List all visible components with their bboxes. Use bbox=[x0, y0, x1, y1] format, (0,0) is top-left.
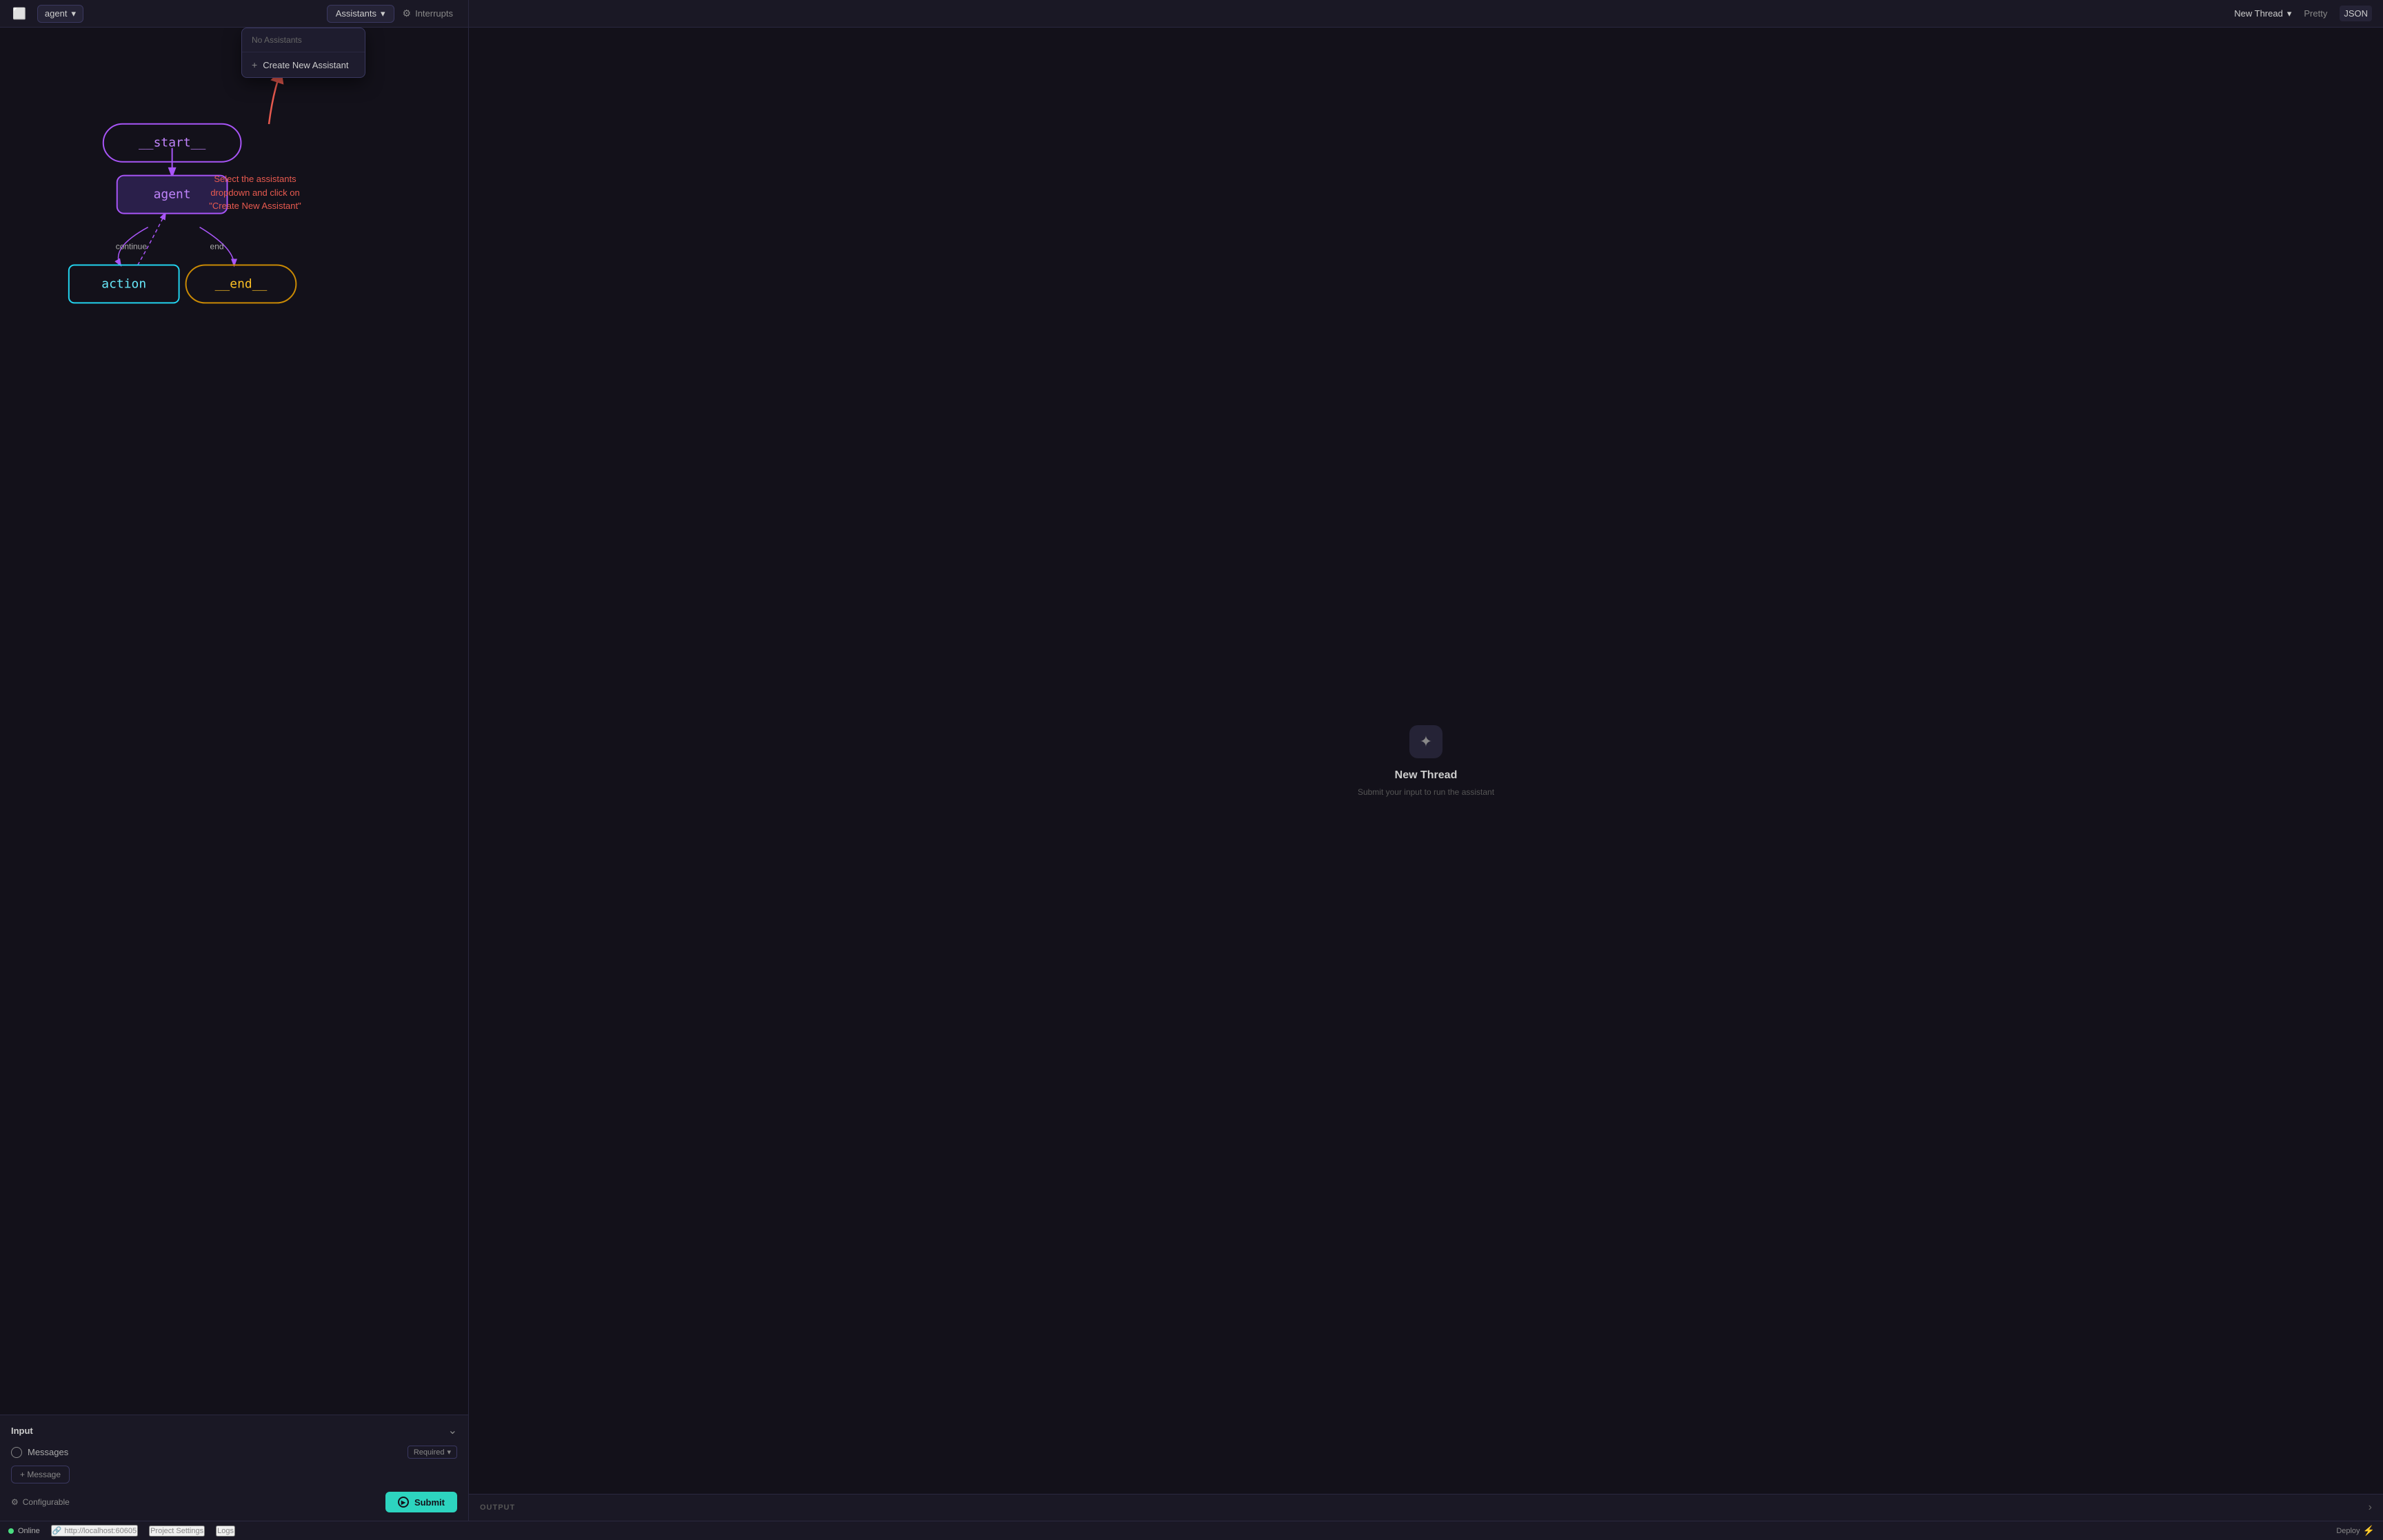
plus-icon: + bbox=[252, 59, 257, 70]
pretty-button[interactable]: Pretty bbox=[2300, 6, 2331, 21]
logs-button[interactable]: Logs bbox=[216, 1526, 235, 1537]
right-panel: ✦ New Thread Submit your input to run th… bbox=[469, 28, 2383, 1521]
deploy-label: Deploy bbox=[2336, 1527, 2360, 1535]
svg-text:end: end bbox=[210, 242, 224, 252]
output-expand-button[interactable]: › bbox=[2369, 1501, 2372, 1514]
messages-row: Messages Required ▾ bbox=[11, 1446, 457, 1459]
agent-chevron-icon: ▾ bbox=[71, 8, 76, 19]
interrupts-label: Interrupts bbox=[415, 8, 453, 19]
agent-label: agent bbox=[45, 8, 68, 19]
interrupts-button[interactable]: ⚙ Interrupts bbox=[394, 5, 461, 22]
required-badge-button[interactable]: Required ▾ bbox=[408, 1446, 457, 1459]
deploy-icon: ⚡ bbox=[2363, 1525, 2375, 1537]
online-label: Online bbox=[18, 1527, 40, 1535]
assistants-dropdown-button[interactable]: Assistants ▾ bbox=[327, 5, 394, 23]
input-collapse-button[interactable]: ⌄ bbox=[448, 1424, 457, 1437]
add-message-button[interactable]: + Message bbox=[11, 1466, 70, 1483]
new-thread-chevron-icon: ▾ bbox=[2287, 8, 2292, 19]
configurable-button[interactable]: ⚙ Configurable bbox=[11, 1497, 70, 1507]
svg-text:action: action bbox=[101, 276, 146, 291]
top-bar-left: ⬜ agent ▾ Assistants ▾ ⚙ Interrupts bbox=[0, 0, 469, 27]
no-assistants-label: No Assistants bbox=[242, 28, 365, 52]
project-settings-label: Project Settings bbox=[150, 1527, 203, 1535]
top-bar: ⬜ agent ▾ Assistants ▾ ⚙ Interrupts New … bbox=[0, 0, 2383, 28]
deploy-button[interactable]: Deploy ⚡ bbox=[2336, 1525, 2375, 1537]
required-label: Required bbox=[414, 1448, 445, 1457]
input-title: Input bbox=[11, 1426, 33, 1436]
localhost-link-button[interactable]: 🔗 http://localhost:60605 bbox=[51, 1525, 138, 1537]
assistants-chevron-icon: ▾ bbox=[381, 8, 385, 19]
right-panel-title: New Thread bbox=[1395, 769, 1458, 782]
input-panel: Input ⌄ Messages Required ▾ + Message ⚙ bbox=[0, 1415, 468, 1521]
right-panel-subtitle: Submit your input to run the assistant bbox=[1358, 787, 1494, 797]
assistants-dropdown-menu: No Assistants + Create New Assistant bbox=[241, 28, 365, 78]
status-bar: Online 🔗 http://localhost:60605 Project … bbox=[0, 1521, 2383, 1540]
output-label: OUTPUT bbox=[480, 1503, 515, 1512]
gear-icon: ⚙ bbox=[403, 8, 412, 19]
svg-text:__start__: __start__ bbox=[139, 136, 206, 150]
play-icon: ▶ bbox=[398, 1497, 409, 1508]
gear-icon: ⚙ bbox=[11, 1497, 19, 1507]
add-message-label: + Message bbox=[20, 1470, 61, 1479]
project-settings-button[interactable]: Project Settings bbox=[149, 1526, 205, 1537]
create-new-assistant-item[interactable]: + Create New Assistant bbox=[242, 52, 365, 77]
online-indicator: Online bbox=[8, 1527, 40, 1535]
submit-button[interactable]: ▶ Submit bbox=[385, 1492, 457, 1512]
chat-icon bbox=[11, 1447, 22, 1458]
new-thread-button[interactable]: New Thread ▾ bbox=[2234, 8, 2291, 19]
online-dot bbox=[8, 1528, 14, 1534]
graph-svg: __start__ agent continue end action __en… bbox=[0, 28, 468, 468]
pretty-label: Pretty bbox=[2304, 8, 2327, 19]
output-bar: OUTPUT › bbox=[469, 1494, 2383, 1521]
logs-label: Logs bbox=[217, 1527, 234, 1535]
create-new-assistant-label: Create New Assistant bbox=[263, 60, 348, 70]
required-chevron-icon: ▾ bbox=[447, 1448, 451, 1457]
submit-label: Submit bbox=[414, 1497, 445, 1508]
main-content: No Assistants + Create New Assistant bbox=[0, 28, 2383, 1521]
sidebar-toggle-icon: ⬜ bbox=[12, 8, 26, 20]
configurable-label: Configurable bbox=[23, 1497, 70, 1507]
left-panel: No Assistants + Create New Assistant bbox=[0, 28, 469, 1521]
agent-dropdown-button[interactable]: agent ▾ bbox=[37, 5, 83, 23]
link-icon: 🔗 bbox=[52, 1526, 62, 1535]
new-thread-label: New Thread bbox=[2234, 8, 2283, 19]
json-label: JSON bbox=[2344, 8, 2368, 19]
messages-label: Messages bbox=[11, 1447, 68, 1458]
graph-area[interactable]: No Assistants + Create New Assistant bbox=[0, 28, 468, 1415]
svg-text:__end__: __end__ bbox=[215, 276, 268, 291]
localhost-url: http://localhost:60605 bbox=[65, 1527, 137, 1535]
input-panel-header: Input ⌄ bbox=[11, 1424, 457, 1437]
svg-text:agent: agent bbox=[154, 188, 191, 202]
status-left: Online 🔗 http://localhost:60605 Project … bbox=[8, 1525, 235, 1537]
assistants-label: Assistants bbox=[336, 8, 376, 19]
messages-text: Messages bbox=[28, 1447, 68, 1457]
input-panel-footer: ⚙ Configurable ▶ Submit bbox=[11, 1492, 457, 1512]
new-thread-sparkle-icon: ✦ bbox=[1409, 725, 1442, 758]
right-panel-main: ✦ New Thread Submit your input to run th… bbox=[469, 28, 2383, 1494]
sidebar-toggle-button[interactable]: ⬜ bbox=[7, 4, 32, 23]
json-button[interactable]: JSON bbox=[2340, 6, 2372, 21]
top-bar-right: New Thread ▾ Pretty JSON bbox=[2223, 0, 2383, 27]
svg-text:continue: continue bbox=[116, 242, 148, 252]
